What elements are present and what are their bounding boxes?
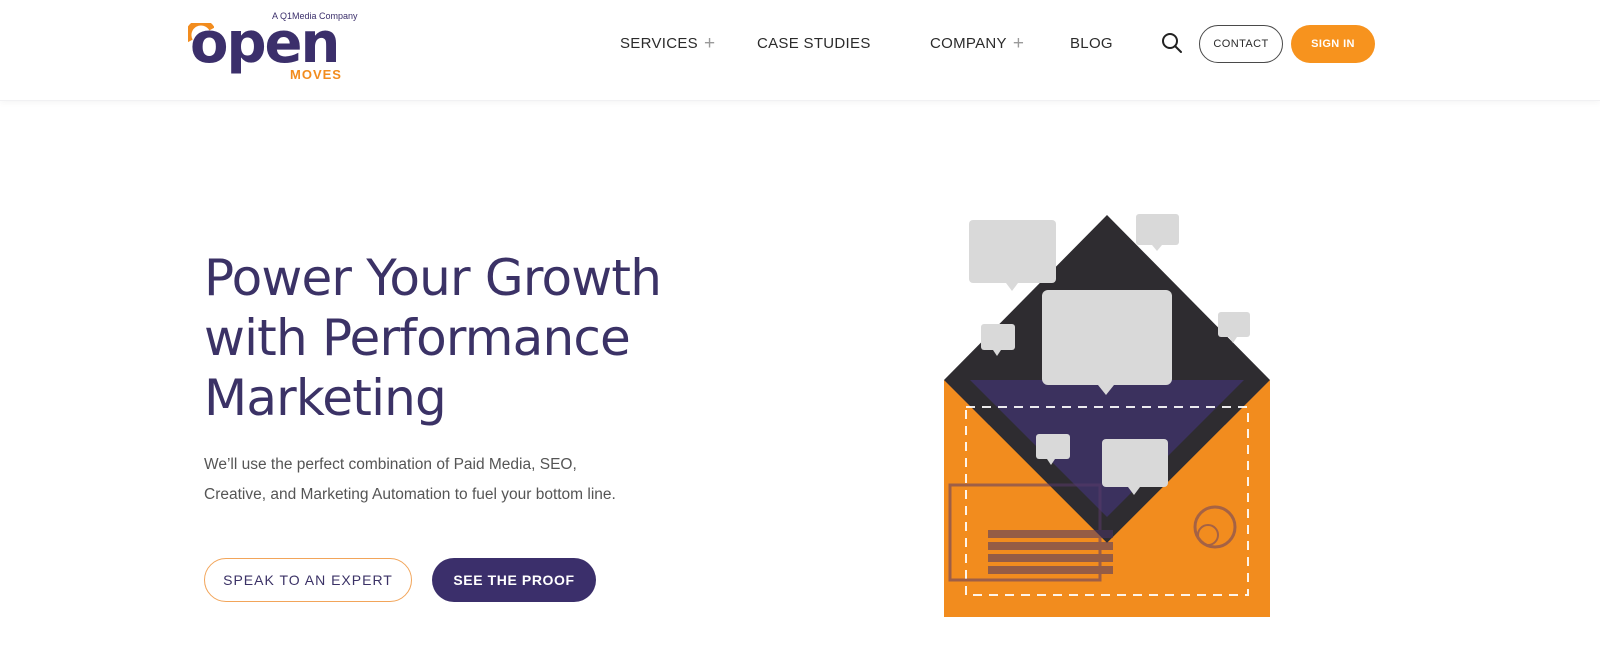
hero-subtitle-line: We’ll use the perfect combination of Pai…	[204, 456, 577, 473]
plus-icon: +	[1012, 33, 1025, 54]
plus-icon: +	[704, 33, 716, 54]
see-the-proof-button[interactable]: SEE THE PROOF	[432, 558, 596, 602]
nav-item-company[interactable]: COMPANY +	[930, 33, 1025, 54]
nav-item-label: SERVICES	[620, 35, 698, 52]
speak-to-expert-button[interactable]: SPEAK TO AN EXPERT	[204, 558, 412, 602]
search-icon[interactable]	[1161, 32, 1183, 54]
nav-item-label: COMPANY	[930, 35, 1007, 52]
nav-item-services[interactable]: SERVICES +	[620, 33, 716, 54]
nav-item-label: BLOG	[1070, 35, 1113, 52]
hero-subtitle-line: Creative, and Marketing Automation to fu…	[204, 486, 616, 503]
site-header: A Q1Media Company open MOVES SERVICES + …	[0, 0, 1600, 101]
hero-title-line: Marketing	[204, 369, 447, 427]
nav-item-label: CASE STUDIES	[757, 35, 871, 52]
sign-in-button[interactable]: SIGN IN	[1291, 25, 1375, 63]
hero-subtitle: We’ll use the perfect combination of Pai…	[204, 450, 664, 510]
nav-item-case-studies[interactable]: CASE STUDIES	[757, 35, 871, 52]
logo-submark: MOVES	[290, 67, 342, 82]
open-moves-logo[interactable]: A Q1Media Company open MOVES	[188, 10, 370, 85]
envelope-illustration	[944, 214, 1270, 617]
nav-item-blog[interactable]: BLOG	[1070, 35, 1113, 52]
hero-title-line: Power Your Growth	[204, 249, 662, 307]
logo-wordmark: open	[190, 11, 340, 76]
hero-title-line: with Performance	[204, 309, 631, 367]
contact-button[interactable]: CONTACT	[1199, 25, 1283, 63]
hero-title: Power Your Growth with Performance Marke…	[204, 248, 764, 428]
